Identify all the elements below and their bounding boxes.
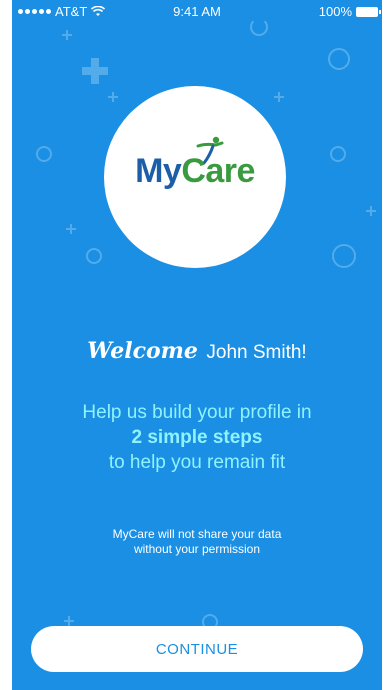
privacy-line-1: MyCare will not share your data — [112, 527, 282, 541]
status-bar: AT&T 9:41 AM 100% — [12, 0, 382, 22]
decor-plus-large — [82, 58, 108, 84]
decor-plus-small-2 — [108, 92, 118, 102]
battery-icon — [356, 6, 381, 17]
status-right: 100% — [318, 4, 381, 19]
privacy-note: MyCare will not share your data without … — [12, 527, 382, 557]
decor-plus-small-5 — [366, 206, 376, 216]
logo-care-text: Care — [181, 152, 255, 190]
decor-ring-left-low — [86, 248, 102, 264]
decor-ring-right-mid — [330, 146, 346, 162]
continue-button[interactable]: CONTINUE — [31, 626, 363, 672]
welcome-heading: Welcome John Smith! — [12, 338, 382, 364]
subtitle-line-2: 2 simple steps — [131, 427, 263, 448]
user-name: John Smith! — [206, 342, 307, 363]
onboarding-screen: AT&T 9:41 AM 100% MyCare Welcome John Sm… — [12, 0, 382, 690]
subtitle-line-1: Help us build your profile in — [82, 402, 312, 423]
decor-plus-small-3 — [274, 92, 284, 102]
battery-percent: 100% — [318, 4, 352, 19]
decor-plus-small-4 — [66, 224, 76, 234]
welcome-greeting: Welcome — [87, 338, 198, 364]
decor-plus-bottom-left — [64, 616, 74, 626]
profile-subtitle: Help us build your profile in 2 simple s… — [12, 400, 382, 475]
logo-my-text: My — [135, 152, 182, 190]
logo-circle: MyCare — [104, 86, 286, 268]
privacy-line-2: without your permission — [133, 542, 261, 556]
decor-ring-right-low — [332, 244, 356, 268]
decor-ring-bottom — [202, 614, 218, 630]
mycare-logo: MyCare — [104, 152, 286, 191]
decor-ring-left — [36, 146, 52, 162]
subtitle-line-3: to help you remain fit — [108, 452, 286, 473]
decor-plus-small-1 — [62, 30, 72, 40]
decor-ring-right-top — [328, 48, 350, 70]
